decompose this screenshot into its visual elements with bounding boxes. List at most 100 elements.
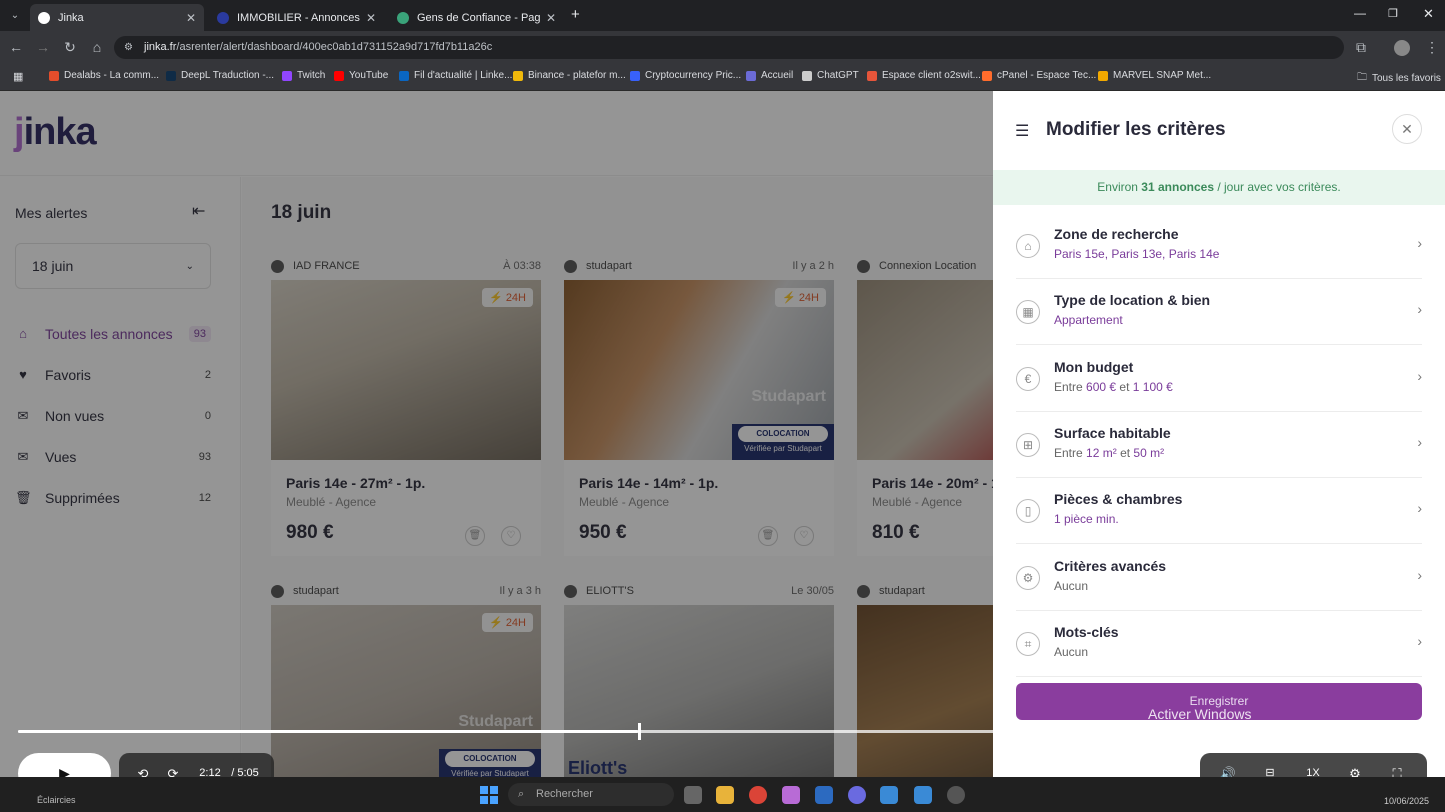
door-icon: ▯ [1016,499,1040,524]
bookmark-all[interactable]: 🗀 Tous les favoris [1357,70,1441,87]
bookmark-label: Dealabs - La comm... [64,70,160,81]
app-icon-3[interactable] [848,786,866,804]
bookmark-label: Accueil [761,70,794,81]
windows-start-icon[interactable] [480,786,498,804]
tab-close-icon[interactable]: ✕ [546,11,556,25]
criteria-label: Mots-clés [1054,623,1119,640]
bookmark-favicon [802,70,812,81]
app-icon-5[interactable] [914,786,932,804]
chevron-right-icon: › [1417,367,1422,384]
tab-0[interactable]: Jinka ✕ [30,4,204,31]
close-drawer-button[interactable]: ✕ [1392,114,1422,144]
extensions-icon[interactable]: ⧉ [1351,37,1371,57]
drawer-title: Modifier les critères [1046,119,1226,140]
tab-favicon [38,11,50,24]
bookmark-item[interactable]: ChatGPT [802,70,859,81]
profile-avatar[interactable] [1394,40,1410,56]
folder-icon: 🗀 [1357,72,1367,83]
tab-close-icon[interactable]: ✕ [366,11,376,25]
menu-kebab-icon[interactable]: ⋮ [1422,37,1442,57]
bookmark-label: cPanel - Espace Tec... [997,70,1097,81]
bookmark-item[interactable]: YouTube [334,70,388,81]
bookmark-favicon [982,70,992,81]
close-window-icon[interactable]: ✕ [1423,6,1434,22]
criteria-row[interactable]: € Mon budget Entre 600 € et 1 100 € › [1016,346,1422,412]
criteria-row[interactable]: ⊞ Surface habitable Entre 12 m² et 50 m² › [1016,412,1422,478]
video-seek-thumb[interactable] [638,723,641,740]
criteria-value-min: 12 m² [1086,445,1117,460]
chevron-right-icon: › [1417,632,1422,649]
criteria-value: Aucun [1054,578,1089,593]
address-path: /asrenter/alert/dashboard/400ec0ab1d7311… [176,41,493,53]
bookmark-item[interactable]: Cryptocurrency Pric... [630,70,741,81]
criteria-row[interactable]: ⚙ Critères avancés Aucun › [1016,545,1422,611]
criteria-label: Mon budget [1054,358,1134,375]
windows-activate-title: Activer Windows [1148,706,1252,722]
bookmark-item[interactable]: Espace client o2swit... [867,70,981,81]
forward-icon[interactable]: → [33,37,53,57]
criteria-row[interactable]: ▦ Type de location & bien Appartement › [1016,279,1422,346]
criteria-value-mid: et [1119,379,1130,394]
criteria-value-pre: Entre [1054,379,1083,394]
bookmark-favicon [399,70,409,81]
site-info-icon[interactable]: ⚙ [124,36,133,59]
tab-title: Jinka [58,11,84,24]
modal-overlay[interactable] [0,91,993,777]
bookmark-item[interactable]: Accueil [746,70,793,81]
tab-1[interactable]: IMMOBILIER - Annonces immob ✕ [209,4,384,31]
address-bar[interactable]: ⚙ jinka.fr/asrenter/alert/dashboard/400e… [114,36,1344,59]
taskbar-search[interactable]: ⌕ Rechercher [508,783,674,806]
estimate-count: 31 annonces [1141,180,1214,194]
building-icon: ▦ [1016,300,1040,325]
tab-close-icon[interactable]: ✕ [186,11,196,25]
criteria-row[interactable]: ⌗ Mots-clés Aucun › [1016,611,1422,677]
tab-list-menu-icon[interactable]: ⌄ [6,7,24,25]
criteria-row[interactable]: ▯ Pièces & chambres 1 pièce min. › [1016,478,1422,545]
bookmark-item[interactable]: Binance - platefor m... [513,70,626,81]
app-icon-6[interactable] [947,786,965,804]
bookmark-label: Twitch [297,70,326,81]
app-icon-2[interactable] [815,786,833,804]
reload-icon[interactable]: ↻ [60,37,80,57]
bookmark-favicon [1098,70,1108,81]
bookmark-label: YouTube [349,70,389,81]
app-icon-1[interactable] [782,786,800,804]
file-explorer-icon[interactable] [716,786,734,804]
bookmark-item[interactable]: DeepL Traduction -... [166,70,274,81]
criteria-label: Critères avancés [1054,557,1167,574]
euro-icon: € [1016,366,1040,391]
bookmark-item[interactable]: MARVEL SNAP Met... [1098,70,1211,81]
browser-tab-bar: ⌄ Jinka✕IMMOBILIER - Annonces immob✕Gens… [0,0,1445,31]
apps-grid-icon[interactable]: ▦ [13,70,23,83]
criteria-value-pre: Entre [1054,445,1083,460]
bookmark-label: DeepL Traduction -... [181,70,275,81]
app-icon-4[interactable] [880,786,898,804]
minimize-icon[interactable]: — [1354,6,1366,20]
chevron-right-icon: › [1417,301,1422,318]
task-view-icon[interactable] [684,786,702,804]
home-icon[interactable]: ⌂ [87,37,107,57]
criteria-drawer: ☰ Modifier les critères ✕ Environ 31 ann… [993,91,1445,777]
bookmark-item[interactable]: Fil d'actualité | Linke... [399,70,512,81]
bookmark-favicon [630,70,640,81]
back-icon[interactable]: ← [6,37,26,57]
taskbar-date: 10/06/2025 [1384,796,1430,806]
filter-sliders-icon: ☰ [1015,123,1030,140]
search-icon: ⌕ [518,788,525,800]
new-tab-icon[interactable]: + [571,6,580,23]
chrome-icon[interactable] [749,786,767,804]
criteria-row[interactable]: ⌂ Zone de recherche Paris 15e, Paris 13e, … [1016,213,1422,279]
bookmark-favicon [49,70,59,81]
bookmark-item[interactable]: cPanel - Espace Tec... [982,70,1096,81]
bookmark-item[interactable]: Dealabs - La comm... [49,70,159,81]
restore-icon[interactable]: ❐ [1388,7,1398,20]
tab-2[interactable]: Gens de Confiance - Page de re ✕ [389,4,564,31]
criteria-label: Surface habitable [1054,424,1171,441]
criteria-value-max: 50 m² [1133,445,1165,460]
tags-icon: ⌗ [1016,631,1040,656]
criteria-value: Paris 15e, Paris 13e, Paris 14e [1054,247,1220,261]
bookmark-favicon [334,70,344,81]
windows-taskbar: Éclaircies ⌕ Rechercher 10/06/2025 [0,777,1445,812]
weather-label[interactable]: Éclaircies [37,795,76,805]
bookmark-item[interactable]: Twitch [282,70,325,81]
